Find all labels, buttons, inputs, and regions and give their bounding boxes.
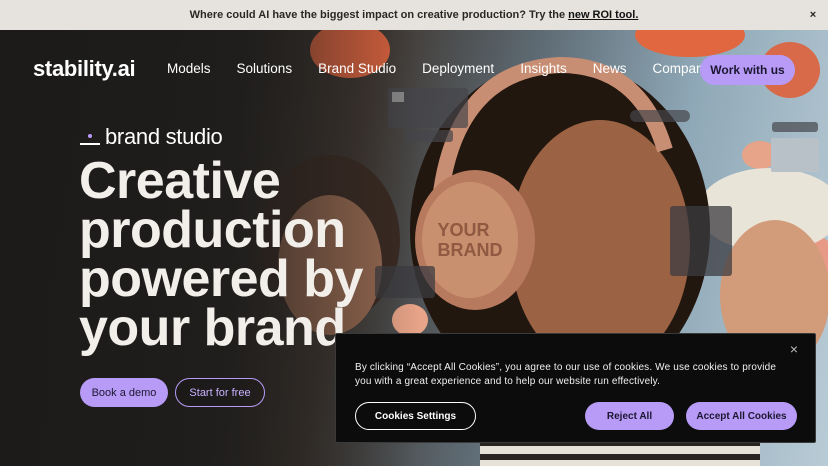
nav-item-brand-studio[interactable]: Brand Studio	[318, 61, 396, 76]
main-nav: stability.ai Models Solutions Brand Stud…	[0, 30, 828, 110]
stability-logo[interactable]: stability.ai	[33, 56, 136, 82]
cookie-banner: × By clicking “Accept All Cookies”, you …	[335, 333, 816, 443]
reject-all-button[interactable]: Reject All	[585, 402, 674, 430]
brand-studio-eyebrow: brand studio	[80, 124, 223, 150]
start-free-button[interactable]: Start for free	[175, 378, 265, 407]
nav-item-news[interactable]: News	[593, 61, 627, 76]
nav-links: Models Solutions Brand Studio Deployment…	[167, 61, 736, 76]
book-demo-button[interactable]: Book a demo	[80, 378, 168, 407]
headphone-brand-text: YOUR BRAND	[437, 220, 502, 260]
cookie-text: By clicking “Accept All Cookies”, you ag…	[355, 362, 777, 387]
close-icon[interactable]: ×	[806, 8, 820, 22]
eyebrow-text: brand studio	[105, 124, 223, 149]
close-icon[interactable]: ×	[787, 342, 801, 356]
announcement-bar: Where could AI have the biggest impact o…	[0, 0, 828, 30]
hero-headline: Creative production powered by your bran…	[79, 152, 363, 357]
nav-item-deployment[interactable]: Deployment	[422, 61, 494, 76]
cookies-settings-button[interactable]: Cookies Settings	[355, 402, 476, 430]
nav-item-insights[interactable]: Insights	[520, 61, 567, 76]
nav-item-solutions[interactable]: Solutions	[237, 61, 293, 76]
work-with-us-button[interactable]: Work with us	[700, 55, 795, 85]
accept-all-button[interactable]: Accept All Cookies	[686, 402, 797, 430]
announcement-text: Where could AI have the biggest impact o…	[189, 9, 566, 21]
brand-studio-icon	[80, 129, 100, 145]
roi-tool-link[interactable]: new ROI tool.	[568, 9, 638, 21]
nav-item-models[interactable]: Models	[167, 61, 211, 76]
